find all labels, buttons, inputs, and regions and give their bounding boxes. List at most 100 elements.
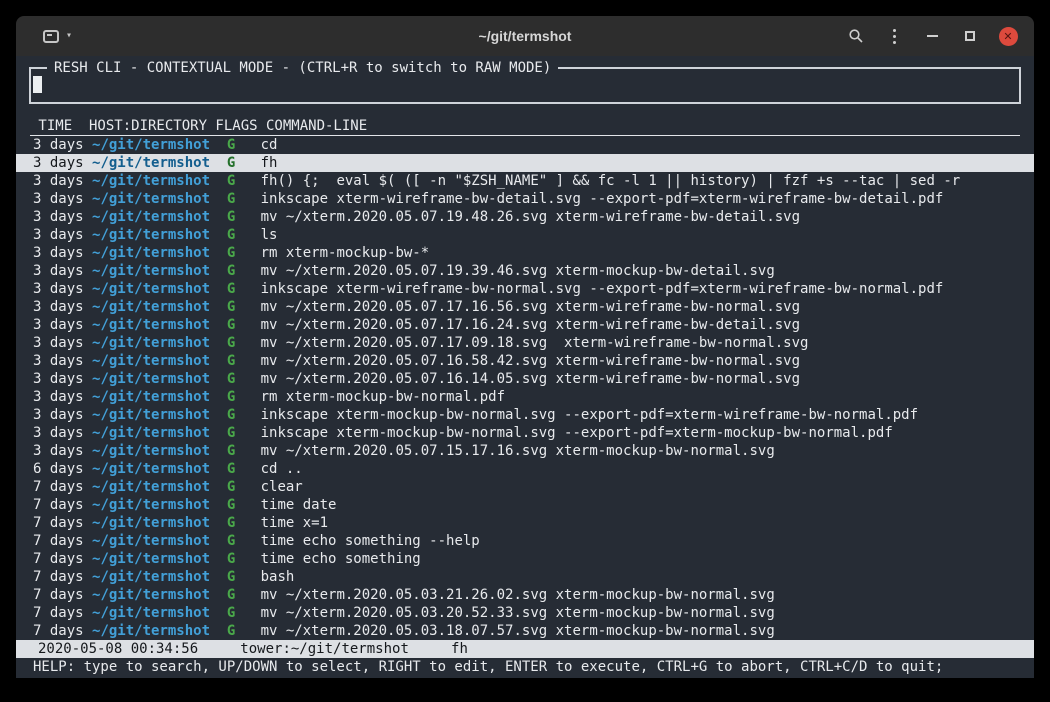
history-row[interactable]: 7 days ~/git/termshot G mv ~/xterm.2020.… (16, 604, 1034, 622)
flag-cell: G (227, 227, 261, 243)
history-row[interactable]: 3 days ~/git/termshot G rm xterm-mockup-… (16, 244, 1034, 262)
command-cell: mv ~/xterm.2020.05.03.18.07.57.svg xterm… (261, 623, 775, 639)
history-row[interactable]: 3 days ~/git/termshot G ls (16, 226, 1034, 244)
command-cell: mv ~/xterm.2020.05.07.17.09.18.svg xterm… (261, 335, 809, 351)
history-row[interactable]: 3 days ~/git/termshot G rm xterm-mockup-… (16, 388, 1034, 406)
command-cell: inkscape xterm-wireframe-bw-normal.svg -… (261, 281, 944, 297)
command-cell: bash (261, 569, 295, 585)
history-row[interactable]: 3 days ~/git/termshot G fh() {; eval $( … (16, 172, 1034, 190)
time-cell: 7 days (33, 569, 92, 585)
host-cell: ~/git/termshot (92, 569, 227, 585)
history-row[interactable]: 3 days ~/git/termshot G mv ~/xterm.2020.… (16, 316, 1034, 334)
history-row[interactable]: 3 days ~/git/termshot G mv ~/xterm.2020.… (16, 370, 1034, 388)
host-cell: ~/git/termshot (92, 551, 227, 567)
flag-cell: G (227, 155, 261, 171)
command-cell: cd .. (261, 461, 303, 477)
flag-cell: G (227, 479, 261, 495)
flag-cell: G (227, 335, 261, 351)
time-cell: 3 days (33, 299, 92, 315)
flag-cell: G (227, 245, 261, 261)
history-row[interactable]: 3 days ~/git/termshot G fh (16, 154, 1034, 172)
minimize-button[interactable] (920, 24, 944, 48)
titlebar[interactable]: ▾ ~/git/termshot ✕ (16, 16, 1034, 56)
history-row[interactable]: 3 days ~/git/termshot G mv ~/xterm.2020.… (16, 352, 1034, 370)
history-row[interactable]: 3 days ~/git/termshot G cd (16, 136, 1034, 154)
history-row[interactable]: 7 days ~/git/termshot G time echo someth… (16, 550, 1034, 568)
history-row[interactable]: 3 days ~/git/termshot G mv ~/xterm.2020.… (16, 298, 1034, 316)
close-button[interactable]: ✕ (996, 24, 1020, 48)
new-terminal-button[interactable]: ▾ (38, 26, 77, 47)
command-cell: mv ~/xterm.2020.05.07.17.16.56.svg xterm… (261, 299, 800, 315)
command-cell: cd (261, 137, 278, 153)
host-cell: ~/git/termshot (92, 425, 227, 441)
history-row[interactable]: 3 days ~/git/termshot G mv ~/xterm.2020.… (16, 208, 1034, 226)
time-cell: 3 days (33, 155, 92, 171)
flag-cell: G (227, 191, 261, 207)
time-cell: 3 days (33, 173, 92, 189)
restore-icon (965, 31, 975, 41)
command-cell: mv ~/xterm.2020.05.07.19.39.46.svg xterm… (261, 263, 775, 279)
history-row[interactable]: 7 days ~/git/termshot G time x=1 (16, 514, 1034, 532)
flag-cell: G (227, 407, 261, 423)
command-cell: mv ~/xterm.2020.05.07.17.16.24.svg xterm… (261, 317, 800, 333)
mode-legend: RESH CLI - CONTEXTUAL MODE - (CTRL+R to … (47, 59, 558, 77)
time-cell: 3 days (33, 389, 92, 405)
search-input[interactable]: RESH CLI - CONTEXTUAL MODE - (CTRL+R to … (29, 67, 1021, 104)
text-cursor (33, 76, 42, 93)
flag-cell: G (227, 389, 261, 405)
time-cell: 3 days (33, 317, 92, 333)
flag-cell: G (227, 173, 261, 189)
history-row[interactable]: 7 days ~/git/termshot G clear (16, 478, 1034, 496)
time-cell: 7 days (33, 479, 92, 495)
time-cell: 7 days (33, 587, 92, 603)
command-cell: time echo something --help (261, 533, 480, 549)
time-cell: 3 days (33, 263, 92, 279)
time-cell: 3 days (33, 335, 92, 351)
history-row[interactable]: 7 days ~/git/termshot G bash (16, 568, 1034, 586)
flag-cell: G (227, 623, 261, 639)
flag-cell: G (227, 425, 261, 441)
command-cell: fh() {; eval $( ([ -n "$ZSH_NAME" ] && f… (261, 173, 961, 189)
time-cell: 3 days (33, 371, 92, 387)
search-button[interactable] (844, 24, 868, 48)
time-cell: 3 days (33, 209, 92, 225)
menu-button[interactable] (882, 24, 906, 48)
command-cell: fh (261, 155, 278, 171)
history-row[interactable]: 3 days ~/git/termshot G mv ~/xterm.2020.… (16, 262, 1034, 280)
command-cell: rm xterm-mockup-bw-* (261, 245, 430, 261)
host-cell: ~/git/termshot (92, 227, 227, 243)
history-row[interactable]: 3 days ~/git/termshot G inkscape xterm-w… (16, 280, 1034, 298)
command-cell: mv ~/xterm.2020.05.07.16.14.05.svg xterm… (261, 371, 800, 387)
flag-cell: G (227, 533, 261, 549)
time-cell: 6 days (33, 461, 92, 477)
history-row[interactable]: 7 days ~/git/termshot G time echo someth… (16, 532, 1034, 550)
history-row[interactable]: 6 days ~/git/termshot G cd .. (16, 460, 1034, 478)
command-cell: mv ~/xterm.2020.05.03.21.26.02.svg xterm… (261, 587, 775, 603)
flag-cell: G (227, 263, 261, 279)
status-host-dir: tower:~/git/termshot (240, 641, 409, 657)
history-row[interactable]: 7 days ~/git/termshot G time date (16, 496, 1034, 514)
time-cell: 7 days (33, 605, 92, 621)
history-row[interactable]: 7 days ~/git/termshot G mv ~/xterm.2020.… (16, 622, 1034, 640)
host-cell: ~/git/termshot (92, 353, 227, 369)
flag-cell: G (227, 299, 261, 315)
command-cell: ls (261, 227, 278, 243)
help-line: HELP: type to search, UP/DOWN to select,… (16, 658, 1034, 676)
history-row[interactable]: 3 days ~/git/termshot G inkscape xterm-m… (16, 406, 1034, 424)
flag-cell: G (227, 137, 261, 153)
command-cell: mv ~/xterm.2020.05.07.15.17.16.svg xterm… (261, 443, 775, 459)
history-row[interactable]: 3 days ~/git/termshot G inkscape xterm-w… (16, 190, 1034, 208)
host-cell: ~/git/termshot (92, 443, 227, 459)
time-cell: 3 days (33, 353, 92, 369)
status-datetime: 2020-05-08 00:34:56 (38, 641, 198, 657)
time-cell: 7 days (33, 515, 92, 531)
history-row[interactable]: 7 days ~/git/termshot G mv ~/xterm.2020.… (16, 586, 1034, 604)
history-row[interactable]: 3 days ~/git/termshot G inkscape xterm-m… (16, 424, 1034, 442)
close-icon: ✕ (999, 27, 1018, 46)
command-cell: mv ~/xterm.2020.05.03.20.52.33.svg xterm… (261, 605, 775, 621)
history-row[interactable]: 3 days ~/git/termshot G mv ~/xterm.2020.… (16, 334, 1034, 352)
host-cell: ~/git/termshot (92, 389, 227, 405)
command-cell: inkscape xterm-mockup-bw-normal.svg --ex… (261, 407, 918, 423)
history-row[interactable]: 3 days ~/git/termshot G mv ~/xterm.2020.… (16, 442, 1034, 460)
restore-button[interactable] (958, 24, 982, 48)
